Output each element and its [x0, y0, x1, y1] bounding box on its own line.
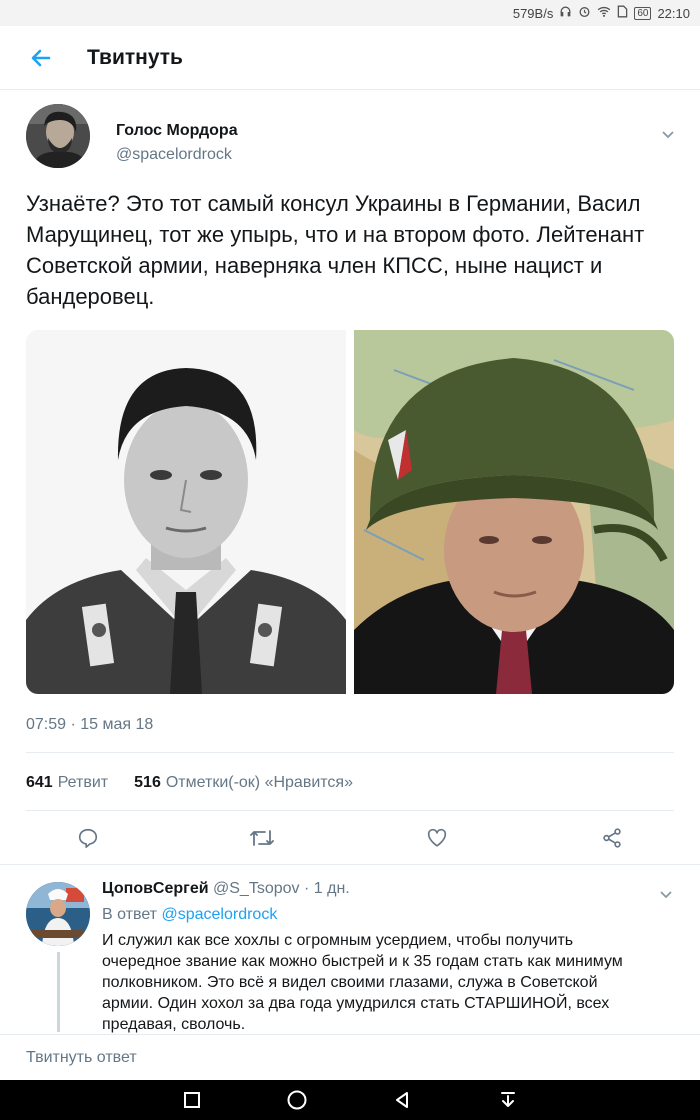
tweet-stats: 641 Ретвит 516 Отметки(-ок) «Нравится»	[26, 774, 353, 792]
divider	[26, 752, 674, 753]
triangle-back-icon	[396, 1092, 408, 1108]
author-avatar[interactable]	[26, 104, 90, 168]
share-button[interactable]	[598, 824, 626, 852]
reply-age: · 1 дн.	[303, 880, 350, 897]
reply-text: И служил как все хохлы с огромным усерди…	[102, 932, 623, 1033]
tweet-timestamp: 07:59 · 15 мая 18	[26, 716, 154, 733]
reply-compose-input[interactable]: Твитнуть ответ	[0, 1034, 700, 1080]
share-icon	[603, 828, 621, 848]
reply-menu-button[interactable]	[658, 886, 674, 902]
top-bar: Твитнуть	[0, 26, 700, 90]
author-handle[interactable]: @spacelordrock	[116, 146, 232, 164]
tweet-text: Узнаёте? Это тот самый консул Украины в …	[26, 191, 645, 309]
reply-author-name[interactable]: ЦоповСергей	[102, 880, 209, 897]
sim-icon	[617, 5, 628, 21]
back-button[interactable]	[27, 44, 55, 72]
compose-placeholder: Твитнуть ответ	[26, 1048, 137, 1066]
reply-author-handle[interactable]: @S_Tsopov	[213, 880, 300, 897]
retweet-label: Ретвит	[57, 774, 109, 791]
retweets-stat[interactable]: 641 Ретвит	[26, 774, 108, 792]
system-back-button[interactable]	[390, 1088, 414, 1112]
square-icon	[184, 1092, 200, 1108]
status-bar: 579B/s 60 22:10	[0, 0, 700, 26]
like-label: Отметки(-ок) «Нравится»	[165, 774, 353, 791]
photo-soviet-officer[interactable]	[26, 330, 346, 694]
reply-header: ЦоповСергей @S_Tsopov · 1 дн.	[102, 880, 350, 898]
chevron-down-icon	[660, 891, 672, 899]
divider	[0, 864, 700, 865]
page-title: Твитнуть	[87, 45, 183, 69]
divider	[26, 810, 674, 811]
heart-icon	[427, 828, 447, 847]
headphones-icon	[559, 5, 572, 21]
alarm-icon	[578, 5, 591, 21]
home-button[interactable]	[285, 1088, 309, 1112]
tweet-author: Голос Мордора @spacelordrock	[26, 104, 676, 170]
notifications-pulldown-button[interactable]	[496, 1088, 520, 1112]
like-button[interactable]	[423, 824, 451, 852]
retweet-count: 641	[26, 774, 53, 791]
clock: 22:10	[657, 5, 690, 21]
reply-to-link[interactable]: @spacelordrock	[161, 906, 277, 923]
author-name[interactable]: Голос Мордора	[116, 122, 238, 140]
photo-man-in-helmet[interactable]	[354, 330, 674, 694]
likes-stat[interactable]: 516 Отметки(-ок) «Нравится»	[134, 774, 353, 792]
net-speed: 579B/s	[512, 5, 554, 21]
tweet-menu-button[interactable]	[660, 126, 676, 142]
thread-line	[57, 952, 60, 1032]
retweet-icon	[250, 830, 274, 846]
reply-author-avatar[interactable]	[26, 882, 90, 946]
reply-tweet[interactable]: ЦоповСергей @S_Tsopov · 1 дн. В ответ @s…	[0, 866, 700, 1034]
system-nav-bar	[0, 1080, 700, 1120]
tweet-media	[26, 330, 674, 694]
chevron-down-icon	[662, 131, 674, 139]
circle-icon	[287, 1090, 307, 1110]
retweet-button[interactable]	[248, 824, 276, 852]
battery-indicator: 60	[634, 6, 652, 20]
wifi-icon	[597, 5, 611, 21]
back-arrow-icon	[31, 49, 51, 66]
reply-button[interactable]	[74, 824, 102, 852]
reply-icon	[78, 828, 98, 848]
reply-prefix: В ответ	[102, 906, 158, 923]
pull-down-icon	[501, 1092, 515, 1107]
recent-apps-button[interactable]	[180, 1088, 204, 1112]
tweet-actions	[0, 824, 700, 864]
reply-context: В ответ @spacelordrock	[102, 906, 277, 924]
like-count: 516	[134, 774, 161, 791]
